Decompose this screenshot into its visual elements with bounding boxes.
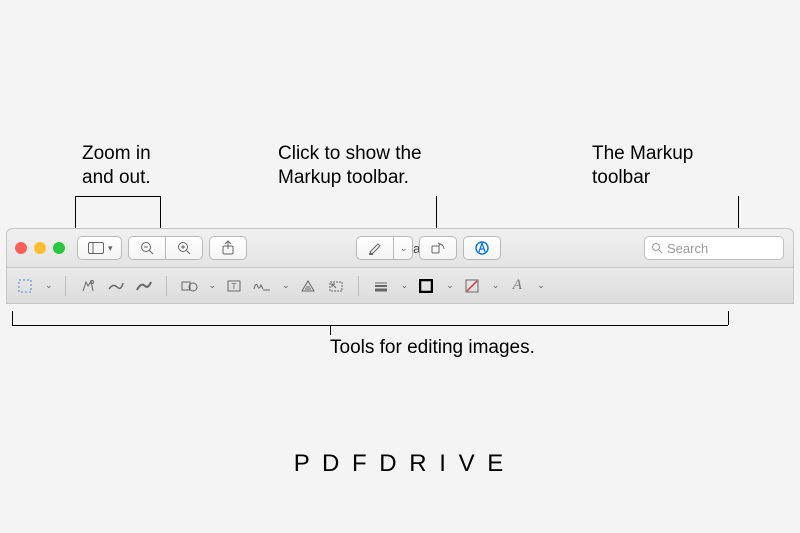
chevron-down-icon: ⌄ <box>537 280 545 291</box>
draw-button[interactable] <box>134 276 154 296</box>
markup-toolbar: ⌄ ⌄ T ⌄ <box>6 268 794 304</box>
sidebar-view-button[interactable]: ▾ <box>77 236 122 260</box>
selection-tool-button[interactable] <box>15 276 35 296</box>
separator <box>166 276 167 296</box>
separator <box>65 276 66 296</box>
zoom-segment <box>128 236 203 260</box>
leader-line <box>75 196 160 197</box>
highlight-menu-button[interactable]: ⌄ <box>393 236 413 260</box>
sidebar-icon <box>86 238 106 258</box>
search-input[interactable]: Search <box>644 236 784 260</box>
sign-button[interactable] <box>252 276 272 296</box>
fill-color-button[interactable] <box>462 276 482 296</box>
leader-line <box>728 311 729 325</box>
share-button[interactable] <box>209 236 247 260</box>
chevron-down-icon: ⌄ <box>401 280 409 291</box>
chevron-down-icon: ⌄ <box>400 243 408 254</box>
adjust-size-button[interactable] <box>326 276 346 296</box>
zoom-out-button[interactable] <box>128 236 165 260</box>
chevron-down-icon: ⌄ <box>45 280 53 291</box>
border-color-button[interactable] <box>416 276 436 296</box>
text-style-button[interactable]: A <box>507 276 527 296</box>
search-icon <box>651 242 663 254</box>
annotation-markup-click: Click to show the Markup toolbar. <box>278 142 422 190</box>
annotation-zoom: Zoom in and out. <box>82 142 151 190</box>
minimize-window-icon[interactable] <box>34 242 46 254</box>
chevron-down-icon: ⌄ <box>209 280 217 291</box>
main-toolbar: ▾ ▤ <box>6 228 794 268</box>
zoom-out-icon <box>137 238 157 258</box>
instant-alpha-button[interactable] <box>78 276 98 296</box>
chevron-down-icon: ⌄ <box>282 280 290 291</box>
highlight-button[interactable] <box>356 236 393 260</box>
line-weight-button[interactable] <box>371 276 391 296</box>
close-window-icon[interactable] <box>15 242 27 254</box>
annotation-markup-toolbar: The Markup toolbar <box>592 142 693 190</box>
maximize-window-icon[interactable] <box>53 242 65 254</box>
svg-text:T: T <box>232 282 237 291</box>
adjust-color-button[interactable] <box>298 276 318 296</box>
sketch-button[interactable] <box>106 276 126 296</box>
text-button[interactable]: T <box>224 276 244 296</box>
zoom-in-button[interactable] <box>165 236 203 260</box>
footer-brand: P D F D R I V E <box>0 450 800 478</box>
chevron-down-icon: ⌄ <box>446 280 454 291</box>
shapes-button[interactable] <box>179 276 199 296</box>
search-placeholder: Search <box>667 241 708 256</box>
preview-window: ▾ ▤ <box>6 228 794 304</box>
chevron-down-icon: ▾ <box>108 243 113 254</box>
highlighter-icon <box>365 238 385 258</box>
separator <box>358 276 359 296</box>
leader-line <box>330 325 331 335</box>
highlight-segment: ⌄ <box>356 236 413 260</box>
chevron-down-icon: ⌄ <box>492 280 500 291</box>
traffic-lights <box>15 242 65 254</box>
rotate-button[interactable] <box>419 236 457 260</box>
show-markup-toolbar-button[interactable] <box>463 236 501 260</box>
rotate-icon <box>428 238 448 258</box>
zoom-in-icon <box>174 238 194 258</box>
share-icon <box>218 238 238 258</box>
leader-line <box>12 311 13 325</box>
annotation-editing-tools: Tools for editing images. <box>330 336 535 360</box>
markup-icon <box>472 238 492 258</box>
leader-line <box>12 325 728 326</box>
